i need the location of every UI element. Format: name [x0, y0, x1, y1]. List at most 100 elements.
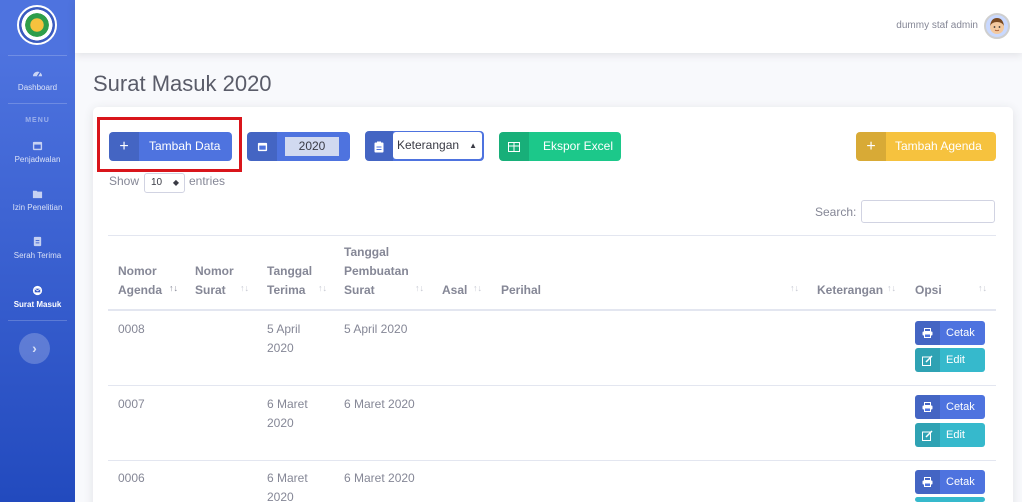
- sort-icon[interactable]: ↑↓: [978, 283, 987, 293]
- sidebar-item-serah-terima[interactable]: Serah Terima: [0, 236, 75, 261]
- edit-button[interactable]: Edit: [915, 423, 985, 447]
- calendar-icon: [32, 141, 43, 151]
- sidebar-divider: [8, 55, 67, 56]
- print-label: Cetak: [946, 327, 975, 339]
- search-input[interactable]: [861, 200, 995, 223]
- print-icon: [915, 321, 940, 345]
- header-line: Nomor: [118, 264, 157, 278]
- column-header-tanggal-pembuatan[interactable]: Tanggal Pembuatan Surat: [344, 243, 409, 300]
- sidebar-item-dashboard[interactable]: Dashboard: [0, 68, 75, 93]
- year-value[interactable]: 2020: [285, 137, 339, 156]
- sidebar-heading: MENU: [25, 117, 50, 124]
- add-agenda-button[interactable]: + Tambah Agenda: [856, 132, 996, 161]
- sidebar: Dashboard MENU Penjadwalan Izin Peneliti…: [0, 0, 75, 502]
- show-label: Show: [109, 174, 140, 188]
- export-excel-button[interactable]: Ekspor Excel: [499, 132, 621, 161]
- chevron-right-icon: ›: [32, 340, 37, 356]
- edit-label: Edit: [946, 429, 965, 441]
- page-title: Surat Masuk 2020: [93, 71, 272, 96]
- column-header-perihal[interactable]: Perihal: [501, 281, 541, 300]
- sort-icon[interactable]: ↑↓: [790, 283, 799, 293]
- print-label: Cetak: [946, 476, 975, 488]
- column-header-tanggal-terima[interactable]: Tanggal Terima: [267, 262, 312, 300]
- export-excel-label: Ekspor Excel: [543, 139, 614, 153]
- entries-select[interactable]: 10 ◆: [144, 173, 185, 193]
- table-divider: [108, 235, 996, 236]
- cell-line: 2020: [267, 490, 294, 502]
- print-button[interactable]: Cetak: [915, 321, 985, 345]
- file-icon: [33, 236, 42, 247]
- sidebar-item-label: Penjadwalan: [14, 155, 61, 164]
- row-divider: [108, 385, 996, 386]
- sidebar-divider: [8, 103, 67, 104]
- cell-line: 2020: [267, 416, 294, 430]
- print-icon: [915, 395, 940, 419]
- university-logo[interactable]: [17, 5, 57, 45]
- sort-icon[interactable]: ↑↓: [240, 283, 249, 293]
- sort-icon[interactable]: ↑↓: [887, 283, 896, 293]
- table-header-divider: [108, 309, 996, 311]
- sidebar-item-surat-masuk[interactable]: Surat Masuk: [0, 285, 75, 310]
- sidebar-item-penjadwalan[interactable]: Penjadwalan: [0, 140, 75, 165]
- column-header-keterangan[interactable]: Keterangan: [817, 281, 883, 300]
- sidebar-item-label: Izin Penelitian: [12, 203, 63, 212]
- cell-line: 6 Maret: [267, 397, 308, 411]
- edit-icon: [915, 423, 940, 447]
- sidebar-item-izin-penelitian[interactable]: Izin Penelitian: [0, 188, 75, 213]
- folder-icon: [32, 190, 43, 199]
- header-line: Nomor: [195, 264, 234, 278]
- sidebar-item-label: Dashboard: [17, 83, 58, 92]
- sort-icon[interactable]: ↑↓: [473, 283, 482, 293]
- table-icon: [499, 132, 529, 161]
- print-button[interactable]: Cetak: [915, 470, 985, 494]
- sidebar-item-label: Surat Masuk: [13, 300, 62, 309]
- sort-arrows-icon: ▲: [469, 141, 477, 150]
- print-button[interactable]: Cetak: [915, 395, 985, 419]
- edit-button[interactable]: [915, 497, 985, 502]
- calendar-icon: [247, 132, 277, 161]
- header-line: Tanggal: [267, 264, 313, 278]
- avatar[interactable]: [984, 13, 1010, 39]
- cell-nomor-agenda: 0008: [118, 322, 145, 336]
- clipboard-icon: [365, 131, 393, 161]
- highlight-annotation: [97, 117, 242, 172]
- cell-tanggal-terima: 6 Maret 2020: [267, 469, 308, 502]
- sort-asc-icon[interactable]: ↑↓: [169, 283, 178, 293]
- cell-tanggal-pembuatan: 5 April 2020: [344, 322, 408, 336]
- gauge-icon: [32, 71, 43, 77]
- edit-icon: [915, 348, 940, 372]
- entries-value: 10: [151, 177, 163, 188]
- header-line: Pembuatan: [344, 264, 409, 278]
- cell-tanggal-pembuatan: 6 Maret 2020: [344, 397, 415, 411]
- cell-line: 2020: [267, 341, 294, 355]
- sidebar-divider: [8, 320, 67, 321]
- header-line: Tanggal: [344, 245, 390, 259]
- keterangan-filter[interactable]: Keterangan ▲: [365, 131, 484, 161]
- column-header-asal[interactable]: Asal: [442, 281, 467, 300]
- keterangan-select[interactable]: Keterangan ▲: [393, 132, 482, 159]
- header-line: Surat: [195, 283, 226, 297]
- year-filter[interactable]: 2020: [247, 132, 350, 161]
- edit-button[interactable]: Edit: [915, 348, 985, 372]
- column-header-nomor-agenda[interactable]: Nomor Agenda: [118, 262, 162, 300]
- cell-tanggal-terima: 6 Maret 2020: [267, 395, 308, 433]
- sort-icon[interactable]: ↑↓: [415, 283, 424, 293]
- edit-label: Edit: [946, 354, 965, 366]
- user-name[interactable]: dummy staf admin: [896, 20, 978, 31]
- header-line: Agenda: [118, 283, 163, 297]
- column-header-opsi[interactable]: Opsi: [915, 281, 942, 300]
- sidebar-toggle-button[interactable]: ›: [19, 333, 50, 364]
- cell-line: 6 Maret: [267, 471, 308, 485]
- cell-tanggal-pembuatan: 6 Maret 2020: [344, 471, 415, 485]
- topbar: dummy staf admin: [75, 0, 1022, 53]
- entries-label: entries: [189, 174, 226, 188]
- sort-icon[interactable]: ↑↓: [318, 283, 327, 293]
- avatar-face-icon: [990, 18, 1004, 34]
- cell-nomor-agenda: 0006: [118, 471, 145, 485]
- add-agenda-label: Tambah Agenda: [895, 139, 982, 153]
- cell-tanggal-terima: 5 April 2020: [267, 320, 300, 358]
- print-icon: [915, 470, 940, 494]
- print-label: Cetak: [946, 401, 975, 413]
- sidebar-item-label: Serah Terima: [13, 251, 62, 260]
- column-header-nomor-surat[interactable]: Nomor Surat: [195, 262, 234, 300]
